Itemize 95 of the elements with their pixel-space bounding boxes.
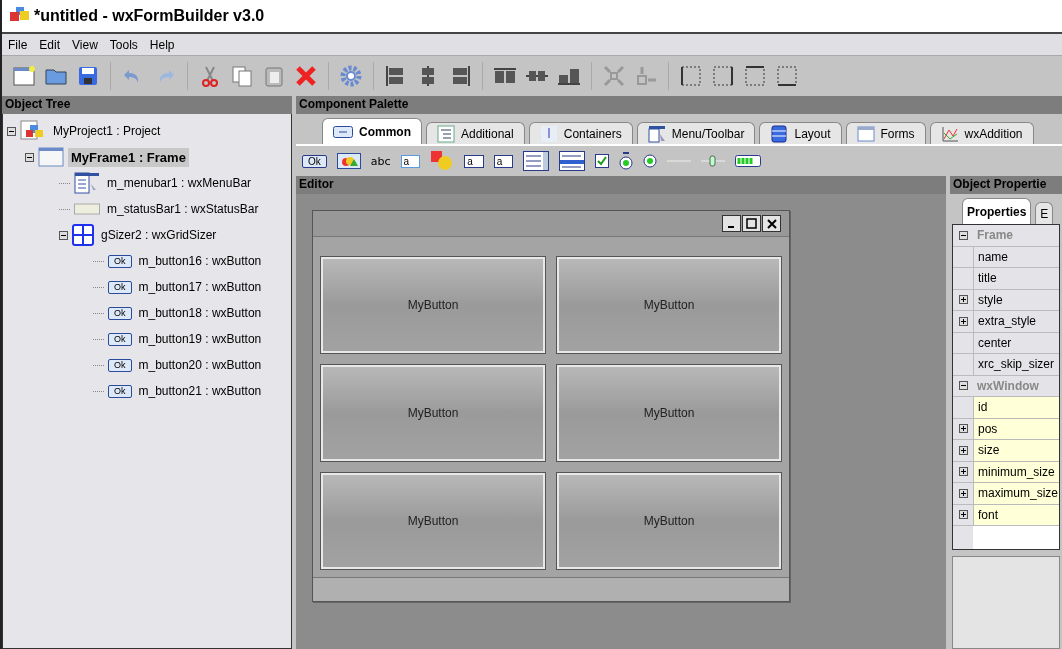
properties-tab[interactable]: E <box>1035 202 1054 224</box>
slider-tool <box>701 154 726 168</box>
expand-icon[interactable] <box>958 510 968 520</box>
maximize-icon[interactable] <box>742 215 761 232</box>
panel-header: Component Palette <box>296 96 1062 114</box>
palette-tab[interactable]: Forms <box>845 122 926 144</box>
expand-icon[interactable] <box>958 488 968 498</box>
tree-item[interactable]: m_button18 : wxButton <box>135 304 265 322</box>
property-name[interactable]: extra_style <box>973 311 1059 332</box>
palette-tab[interactable]: wxAddition <box>929 122 1034 144</box>
property-name[interactable]: center <box>973 332 1059 353</box>
tree-item[interactable]: m_button21 : wxButton <box>135 382 265 400</box>
panel-header: Object Tree <box>2 96 292 114</box>
button-icon: Ok <box>108 384 132 398</box>
bitmap-button-tool <box>336 153 361 169</box>
tree-item[interactable]: m_button17 : wxButton <box>135 278 265 296</box>
button-icon <box>333 125 353 138</box>
panel-header: Object Propertie <box>950 176 1062 194</box>
palette-tab[interactable]: Layout <box>759 122 842 144</box>
text-field-tool[interactable]: a <box>400 154 421 168</box>
sizer-icon <box>770 124 789 143</box>
window-title: *untitled - wxFormBuilder v3.0 <box>34 7 265 25</box>
tree-item[interactable]: MyFrame1 : Frame <box>68 147 189 167</box>
chart-icon <box>940 124 959 143</box>
property-name[interactable]: id <box>973 397 1059 418</box>
list-box-tool <box>523 151 550 171</box>
property-name[interactable]: style <box>973 289 1059 310</box>
tree-item[interactable]: m_button19 : wxButton <box>135 330 265 348</box>
static-text-tool[interactable]: abc <box>370 154 391 168</box>
radio-button-tool <box>643 154 658 168</box>
combo-box-tool[interactable]: a <box>464 154 484 168</box>
window-icon <box>856 124 875 143</box>
expand-icon[interactable] <box>958 445 968 455</box>
shapes-icon <box>430 150 455 172</box>
collapse-icon[interactable] <box>59 230 68 240</box>
panel-icon <box>539 124 558 143</box>
gauge-tool <box>735 155 762 167</box>
minimize-icon[interactable] <box>722 215 741 232</box>
collapse-icon[interactable] <box>7 126 16 136</box>
collapse-icon[interactable] <box>958 381 968 391</box>
menu-item[interactable]: Tools <box>109 37 138 52</box>
property-name[interactable]: pos <box>973 418 1059 439</box>
button-icon: Ok <box>108 332 132 346</box>
property-name[interactable]: name <box>973 246 1059 267</box>
palette-tab[interactable]: Containers <box>528 122 633 144</box>
collapse-icon[interactable] <box>958 230 968 240</box>
button-icon: Ok <box>108 280 132 294</box>
project-icon <box>20 120 46 142</box>
menu-item[interactable]: File <box>8 37 28 52</box>
choice-tool[interactable]: a <box>493 154 514 168</box>
expand-icon[interactable] <box>958 295 968 305</box>
property-name[interactable]: title <box>973 268 1059 289</box>
menu-item[interactable]: View <box>72 37 98 52</box>
tree-list-icon <box>437 124 455 143</box>
properties-tab[interactable]: Properties <box>962 198 1032 224</box>
frame-button[interactable]: MyButton <box>321 257 545 353</box>
menu-bar-icon <box>74 172 100 194</box>
expand-icon[interactable] <box>958 424 968 434</box>
frame-button[interactable]: MyButton <box>557 473 781 569</box>
property-name[interactable]: xrc_skip_sizer <box>973 354 1059 375</box>
property-name[interactable]: maximum_size <box>973 483 1059 504</box>
expand-icon[interactable] <box>958 316 968 326</box>
frame-button[interactable]: MyButton <box>557 257 781 353</box>
menu-item[interactable]: Help <box>149 37 175 52</box>
list-control-tool <box>559 151 586 171</box>
collapse-icon[interactable] <box>25 152 34 162</box>
tree-item[interactable]: m_button20 : wxButton <box>135 356 265 374</box>
window-icon <box>38 146 64 168</box>
frame-button[interactable]: MyButton <box>321 365 545 461</box>
palette-tab[interactable]: Common <box>322 118 422 144</box>
frame-button[interactable]: MyButton <box>321 473 545 569</box>
tree-item[interactable]: m_statusBar1 : wxStatusBar <box>104 200 262 218</box>
grid-icon <box>72 224 94 246</box>
tree-item[interactable]: gSizer2 : wxGridSizer <box>98 226 220 244</box>
button-icon: Ok <box>108 306 132 320</box>
menu-bar-icon <box>647 124 666 143</box>
frame-button[interactable]: MyButton <box>557 365 781 461</box>
radio-group-tool <box>619 152 634 170</box>
property-name[interactable]: size <box>973 440 1059 461</box>
palette-tab[interactable]: Menu/Toolbar <box>636 122 756 144</box>
tree-item[interactable]: MyProject1 : Project <box>50 122 164 140</box>
status-bar-icon <box>74 203 100 215</box>
button-tool[interactable]: Ok <box>302 154 327 168</box>
expand-icon[interactable] <box>958 467 968 477</box>
property-name[interactable]: minimum_size <box>973 461 1059 482</box>
close-icon[interactable] <box>762 215 781 232</box>
button-icon: Ok <box>108 254 132 268</box>
property-name[interactable]: font <box>973 504 1059 525</box>
checkbox-tool <box>595 154 610 168</box>
tree-item[interactable]: m_menubar1 : wxMenuBar <box>104 174 255 192</box>
panel-header: Editor <box>296 176 946 194</box>
palette-tab[interactable]: Additional <box>426 122 525 144</box>
button-icon: Ok <box>108 358 132 372</box>
menu-item[interactable]: Edit <box>39 37 61 52</box>
tree-item[interactable]: m_button16 : wxButton <box>135 252 265 270</box>
